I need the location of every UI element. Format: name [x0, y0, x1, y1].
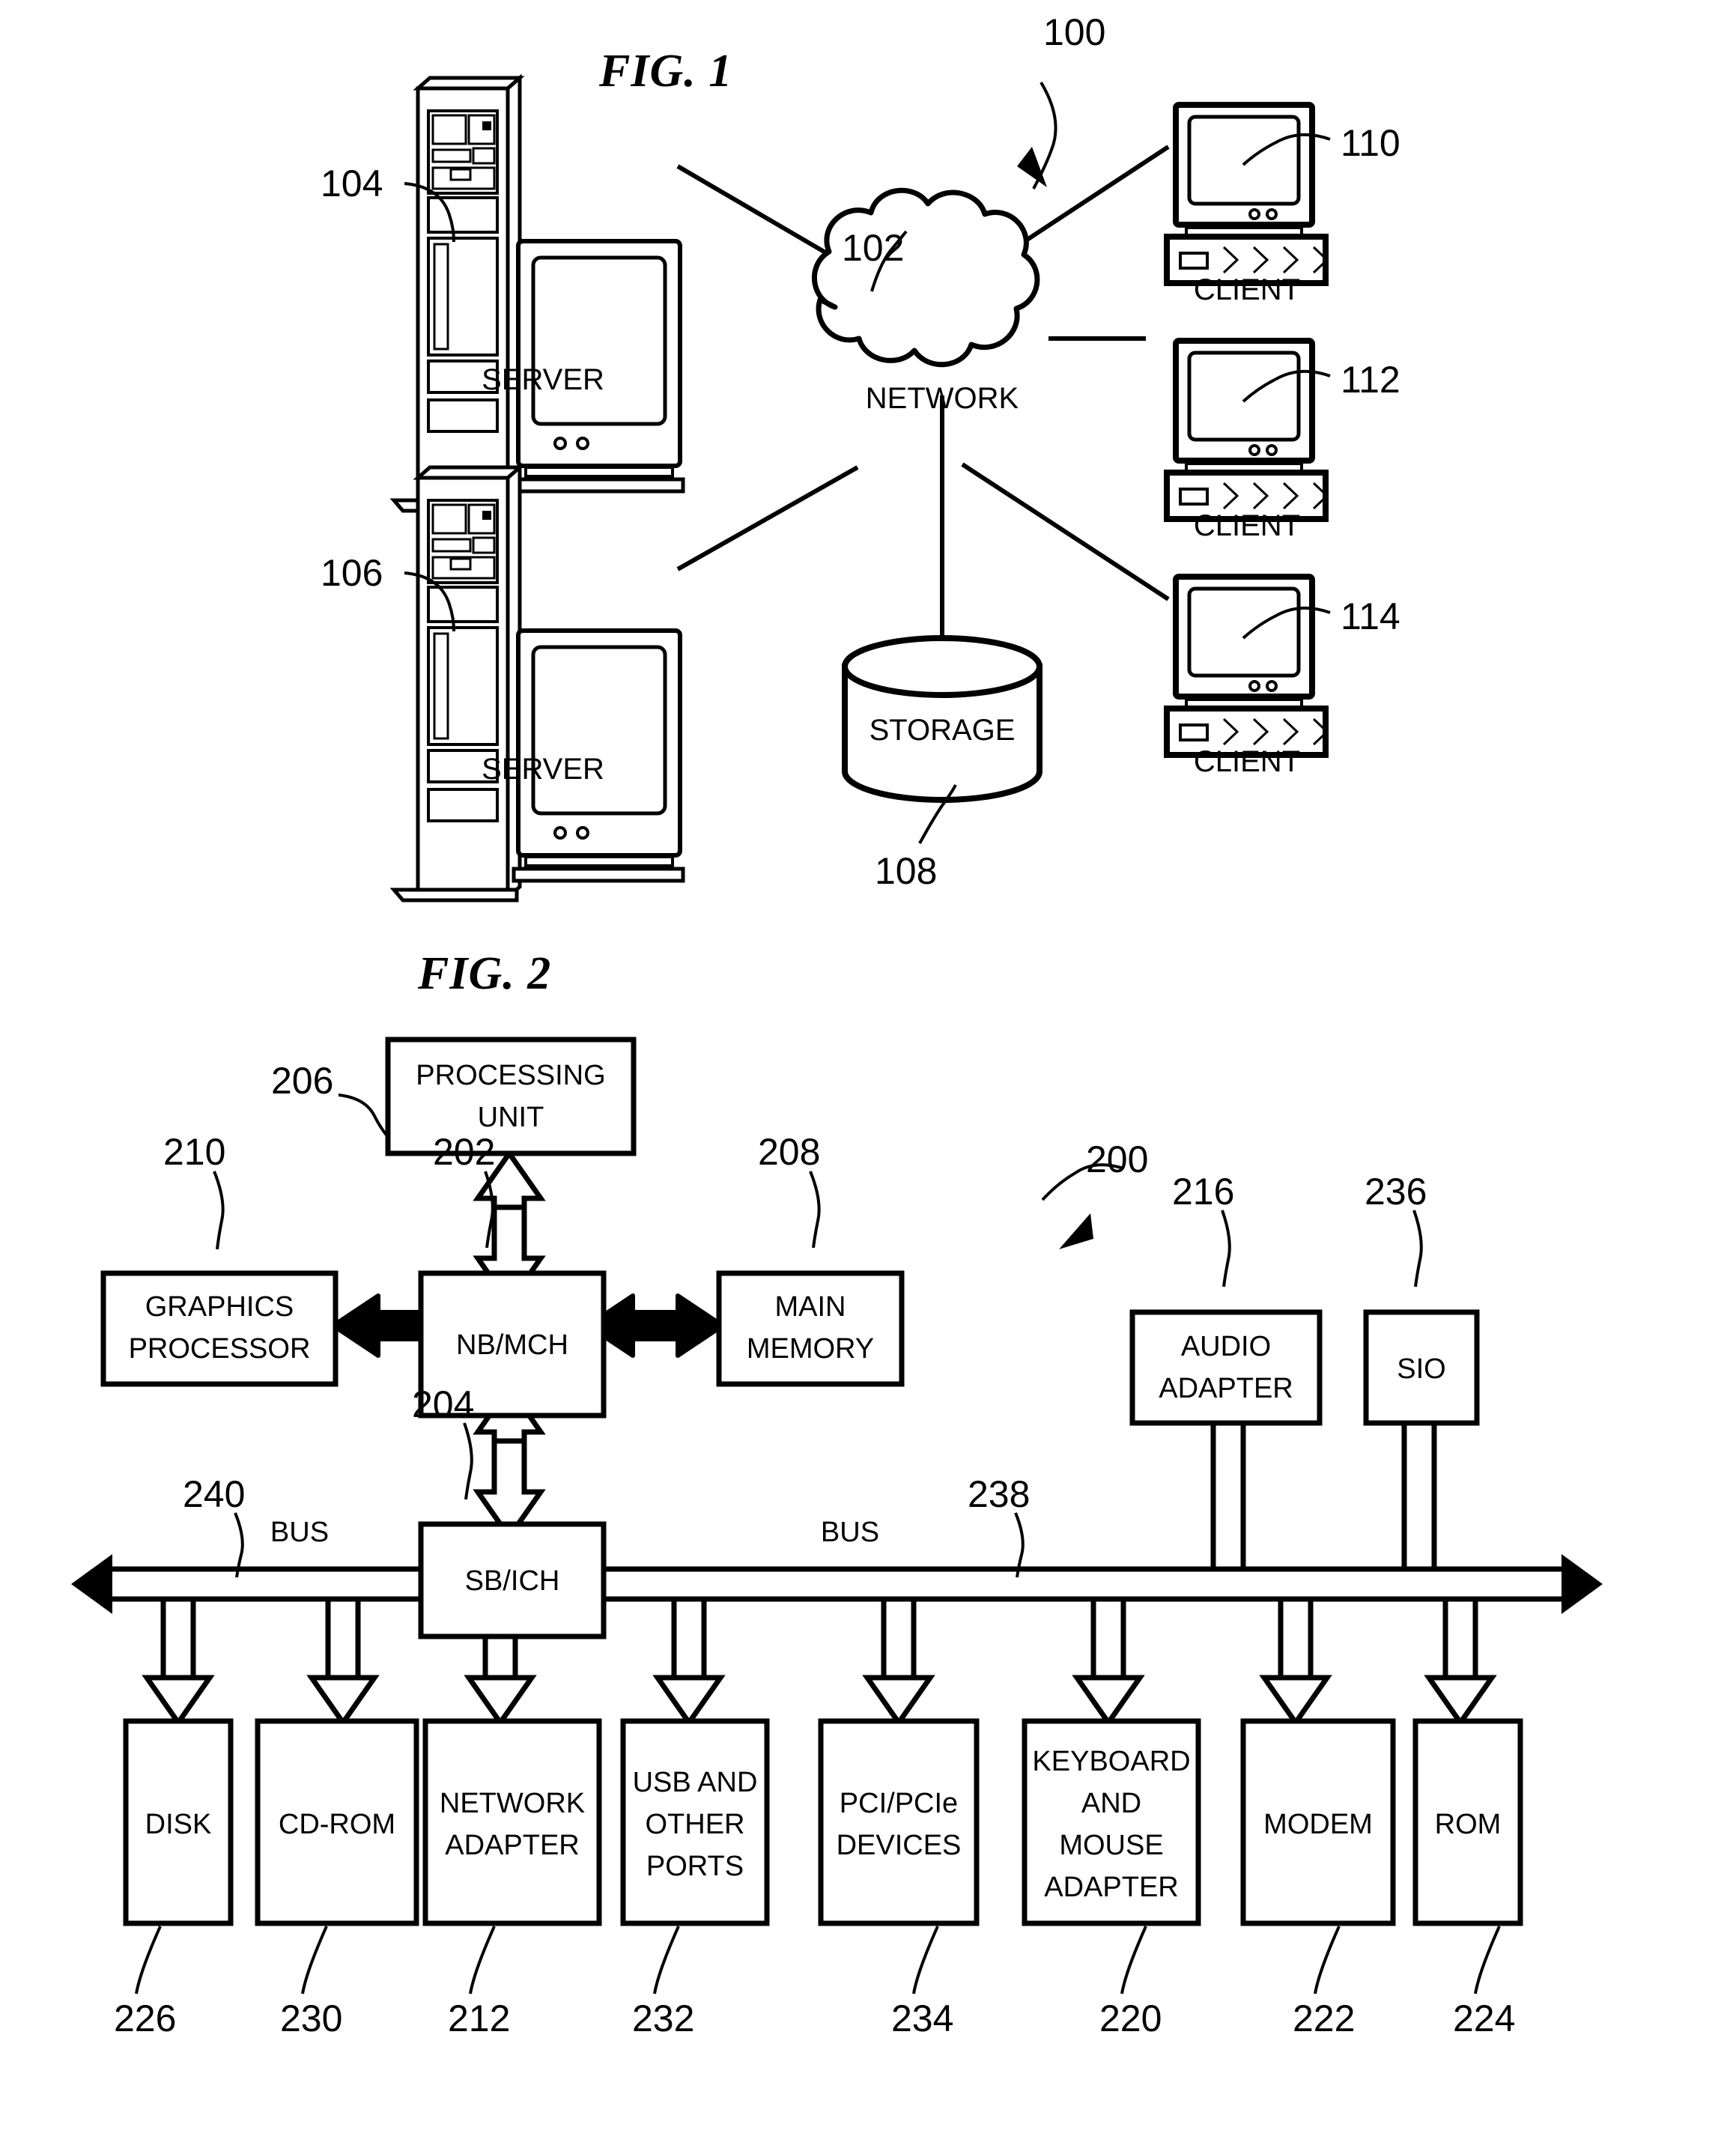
bus-left-arrowhead [71, 1554, 112, 1614]
processing-unit-label-1: PROCESSING [416, 1060, 605, 1091]
ref-222: 222 [1293, 1997, 1355, 2039]
modem-label: MODEM [1263, 1809, 1373, 1840]
graphics-processor-label-2: PROCESSOR [129, 1333, 311, 1365]
ref-220: 220 [1099, 1997, 1162, 2039]
network-adapter-label-1: NETWORK [440, 1788, 585, 1819]
processing-unit-label-2: UNIT [478, 1102, 544, 1133]
bus-right-arrowhead [1562, 1554, 1603, 1614]
ref-202: 202 [433, 1131, 495, 1173]
ref-232: 232 [632, 1997, 694, 2039]
bus-left-label: BUS [270, 1517, 329, 1548]
ref-206: 206 [271, 1060, 333, 1102]
sb-ich-label: SB/ICH [465, 1565, 560, 1597]
ref-210: 210 [163, 1131, 225, 1173]
bus-drop-stems [160, 1423, 1478, 1678]
ref-216: 216 [1172, 1171, 1234, 1213]
ref-236: 236 [1365, 1171, 1427, 1213]
bus-rails [112, 1566, 1562, 1602]
patent-drawing-sheet: FIG. 1 100 102 104 106 108 110 112 114 N… [0, 0, 1736, 2151]
ref-238: 238 [968, 1473, 1030, 1515]
keyboard-mouse-label-1: KEYBOARD [1032, 1746, 1190, 1777]
fig2-title: FIG. 2 [417, 948, 551, 999]
ref-240: 240 [183, 1473, 245, 1515]
box-audio-adapter[interactable] [1129, 1309, 1323, 1426]
ref-224: 224 [1453, 1997, 1515, 2039]
keyboard-mouse-label-3: MOUSE [1059, 1830, 1163, 1861]
box-processing-unit[interactable] [385, 1037, 637, 1156]
ref-208: 208 [758, 1131, 820, 1173]
box-network-adapter[interactable] [422, 1718, 602, 1926]
main-memory-label-1: MAIN [775, 1291, 846, 1323]
cd-rom-label: CD-ROM [279, 1809, 395, 1840]
ref-226: 226 [114, 1997, 176, 2039]
box-graphics-processor[interactable] [100, 1270, 339, 1387]
ref-234: 234 [891, 1997, 953, 2039]
arrow-nbmch-mem [586, 1293, 725, 1358]
audio-adapter-label-2: ADAPTER [1159, 1373, 1293, 1404]
rom-label: ROM [1435, 1809, 1502, 1840]
box-pci-pcie-devices[interactable] [818, 1718, 980, 1926]
figure-2-canvas: FIG. 2 200 206 210 202 208 216 236 204 2… [71, 948, 1603, 2039]
ref-204: 204 [412, 1383, 474, 1425]
ref-212: 212 [448, 1997, 510, 2039]
usb-ports-label-3: PORTS [646, 1851, 744, 1882]
box-main-memory[interactable] [716, 1270, 905, 1387]
system-200-arrowhead [1059, 1213, 1093, 1249]
bus-right-label: BUS [821, 1517, 879, 1548]
pci-pcie-label-2: DEVICES [837, 1830, 962, 1861]
usb-ports-label-1: USB AND [633, 1767, 758, 1798]
keyboard-mouse-label-4: ADAPTER [1044, 1872, 1178, 1903]
keyboard-mouse-label-2: AND [1081, 1788, 1141, 1819]
main-memory-label-2: MEMORY [747, 1333, 874, 1365]
bus-drop-arrowheads [142, 1675, 1497, 1728]
ref-200: 200 [1086, 1138, 1148, 1180]
graphics-processor-label-1: GRAPHICS [145, 1291, 294, 1323]
ref-230: 230 [280, 1997, 342, 2039]
disk-label: DISK [145, 1809, 212, 1840]
audio-adapter-label-1: AUDIO [1181, 1331, 1271, 1362]
usb-ports-label-2: OTHER [646, 1809, 745, 1840]
network-adapter-label-2: ADAPTER [445, 1830, 579, 1861]
pci-pcie-label-1: PCI/PCIe [840, 1788, 958, 1819]
nb-mch-label: NB/MCH [456, 1329, 568, 1361]
sio-label: SIO [1397, 1353, 1445, 1385]
